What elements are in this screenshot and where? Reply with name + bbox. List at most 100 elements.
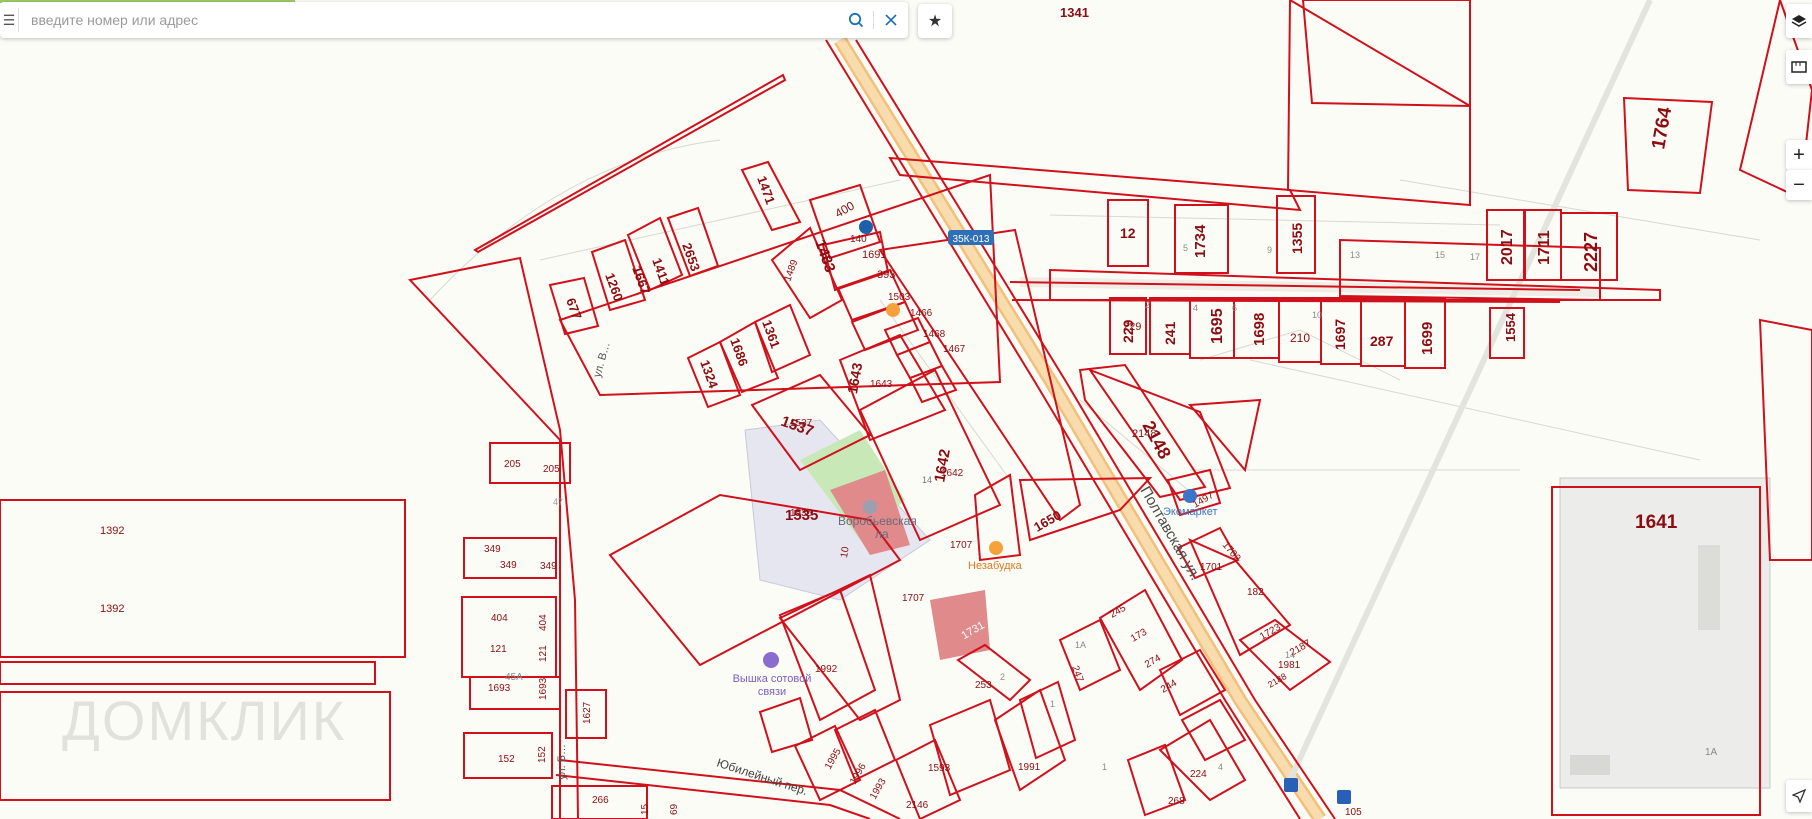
parcel-label: 205 <box>543 464 560 475</box>
parcel-label: 1535 <box>790 508 813 519</box>
parcel-label: 1593 <box>928 763 951 774</box>
house-number: 4 <box>1193 303 1198 313</box>
parcel-label: 1392 <box>100 603 124 615</box>
parcel-label: 1992 <box>815 664 838 675</box>
poi-label-school-2: ла <box>875 527 889 541</box>
parcel-label: 1707 <box>950 540 973 551</box>
street-label-left: ул. Б… <box>556 744 568 780</box>
parcel-label: 2146 <box>906 800 929 811</box>
house-number: 9 <box>1267 245 1272 255</box>
parcel-label: 1695 <box>1209 308 1226 344</box>
shop-icon[interactable] <box>989 541 1003 555</box>
parcel-label: 266 <box>592 795 609 806</box>
school-icon[interactable] <box>863 500 877 514</box>
parcel-label: 2148 <box>1132 428 1156 440</box>
zoom-in-button[interactable]: + <box>1786 140 1812 170</box>
parcel-label: 253 <box>975 680 992 691</box>
parcel-label: 2017 <box>1499 229 1516 265</box>
parcel-label: 2227 <box>1581 232 1601 272</box>
industrial-building <box>1698 545 1720 630</box>
house-number: 6 <box>1232 303 1237 313</box>
poi-label-tower-1: Вышка сотовой <box>733 673 812 685</box>
layers-button[interactable] <box>1786 4 1812 38</box>
house-number: 15 <box>1435 250 1445 260</box>
poi-label-school: Воробьевская <box>838 514 917 528</box>
industrial-building <box>1570 755 1610 775</box>
house-number: 17 <box>1470 252 1480 262</box>
search-icon[interactable] <box>839 2 873 38</box>
parcel-label: 229 <box>1123 321 1141 333</box>
house-number: 13 <box>1350 250 1360 260</box>
house-number: 4 <box>1218 762 1223 772</box>
geolocate-button[interactable] <box>1786 780 1812 812</box>
parcel-label: 1697 <box>1332 319 1348 350</box>
parcel-label: 404 <box>491 613 508 624</box>
parcel-label: 1392 <box>100 525 124 537</box>
house-number: 10 <box>1312 310 1322 320</box>
parcel-label: 224 <box>1190 769 1207 780</box>
parcel-label: 349 <box>540 561 557 572</box>
house-number: 1А <box>1075 640 1086 650</box>
house-number: 1А <box>1705 747 1718 758</box>
house-number: 14 <box>922 475 932 485</box>
parcel-label: 12 <box>1120 225 1136 241</box>
zoom-out-button[interactable]: − <box>1786 170 1812 200</box>
house-number: 14 <box>1285 650 1295 660</box>
parcel-label: 1466 <box>910 308 933 319</box>
parcel-label: 1691 <box>862 249 886 261</box>
favorite-button[interactable]: ★ <box>918 4 952 38</box>
house-number: 45А <box>505 672 523 683</box>
search-input[interactable] <box>29 4 839 36</box>
parcel-label: 152 <box>498 754 515 765</box>
bus-stop-icon[interactable] <box>1337 790 1351 804</box>
parcel-label: 1693 <box>488 683 511 694</box>
parcel-label: 182 <box>1247 587 1264 598</box>
parcel-label: 1699 <box>1419 322 1436 355</box>
ruler-icon <box>1791 61 1807 73</box>
location-pin-icon[interactable] <box>859 220 873 234</box>
house-number: 5 <box>1183 243 1188 253</box>
geolocate-icon <box>1792 789 1806 803</box>
tower-icon[interactable] <box>763 652 779 668</box>
parcel-label: 1707 <box>902 593 925 604</box>
route-label: 35К-013 <box>953 234 990 245</box>
parcel-label: 1981 <box>1278 660 1301 671</box>
parcel-label: 1701 <box>1200 562 1223 573</box>
parcel-label: 140 <box>850 234 867 245</box>
parcel-label: 1468 <box>923 329 946 340</box>
house-number: 2 <box>1145 300 1150 310</box>
parcel-label: 1693 <box>538 677 549 700</box>
parcel-label: 1734 <box>1192 224 1209 258</box>
parcel-label: 1991 <box>1018 762 1041 773</box>
parcel-label: 1698 <box>1251 313 1268 346</box>
parcel-label: 241 <box>1162 321 1178 345</box>
house-number: 2 <box>1000 672 1005 682</box>
parcel-label: 287 <box>1370 333 1394 349</box>
poi-label-nezabudka: Незабудка <box>968 560 1023 572</box>
watermark: ДОМКЛИК <box>62 689 347 752</box>
parcel-label: 404 <box>538 614 549 631</box>
parcel-label: 349 <box>500 560 517 571</box>
parcel-label: 1643 <box>870 379 893 390</box>
star-icon: ★ <box>927 13 943 30</box>
parcel-label: 1503 <box>888 292 911 303</box>
search-bar: ☰ <box>0 2 908 38</box>
divider <box>18 8 19 32</box>
parcel-label: 1627 <box>582 701 593 724</box>
shop-icon[interactable] <box>886 303 900 317</box>
poi-label-ekomarket: Экомаркет <box>1163 506 1217 518</box>
ruler-button[interactable] <box>1786 50 1812 84</box>
close-icon[interactable] <box>874 2 908 38</box>
parcel-label: 349 <box>484 544 501 555</box>
layers-icon <box>1791 15 1807 27</box>
parcel-label: 205 <box>504 459 521 470</box>
bus-stop-icon[interactable] <box>1284 778 1298 792</box>
parcel-label: 268 <box>1168 796 1185 807</box>
parcel-label: 393 <box>877 269 895 281</box>
parcel-label: 69 <box>669 803 680 815</box>
parcel-label: 1711 <box>1536 230 1553 265</box>
parcel-label: 121 <box>538 645 549 662</box>
parcel-label: 1554 <box>1503 312 1518 342</box>
house-number: 1 <box>1102 762 1107 772</box>
menu-icon[interactable]: ☰ <box>0 2 18 38</box>
